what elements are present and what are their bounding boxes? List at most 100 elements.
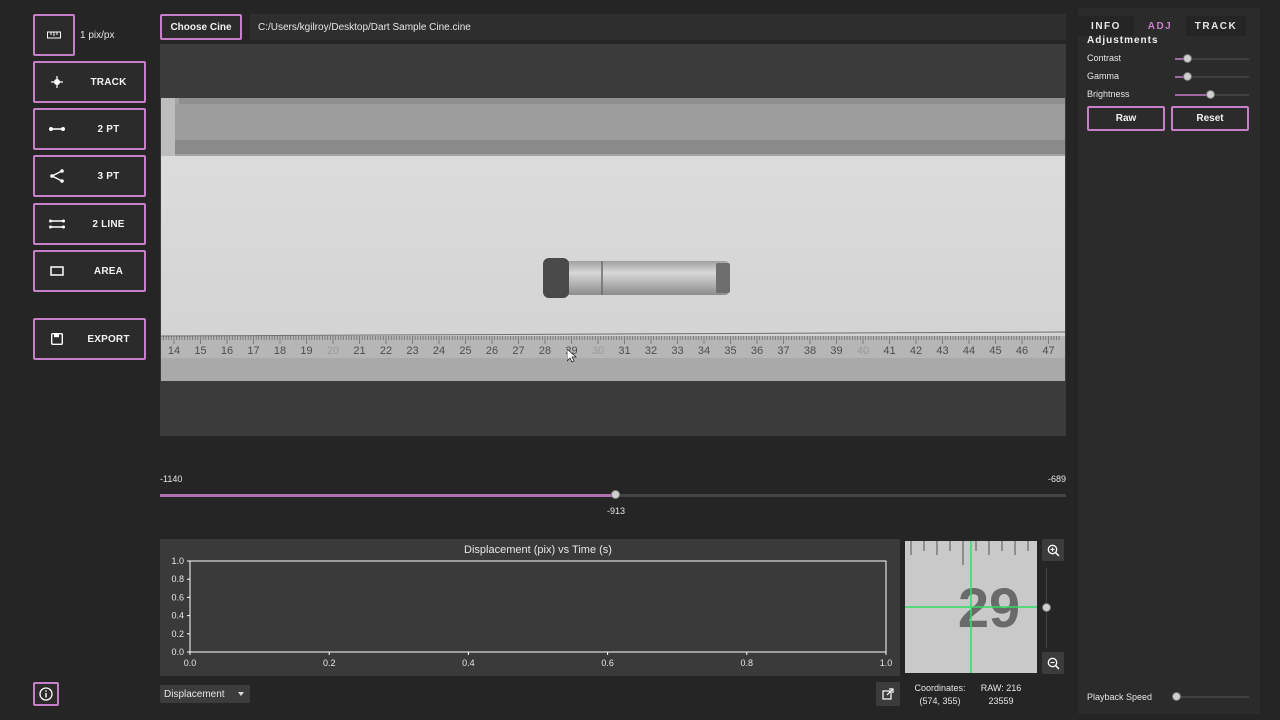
angle-three-points-icon <box>35 169 79 183</box>
y-tick-label: 0.8 <box>171 574 184 584</box>
video-frame[interactable]: 14 15 16 17 18 19 20 21 22 23 24 25 26 27 28 29 30 31 32 33… <box>161 98 1065 381</box>
ruler-number: 43 <box>936 345 948 357</box>
playback-speed-label: Playback Speed <box>1087 692 1153 702</box>
x-tick-label: 0.2 <box>323 658 336 668</box>
ruler-number: 19 <box>300 345 312 357</box>
ruler-number: 30 <box>592 345 604 357</box>
ruler-number: 38 <box>804 345 816 357</box>
brightness-slider[interactable] <box>1175 90 1249 99</box>
timeline-current-label: -913 <box>606 506 625 516</box>
displacement-plot: Displacement (pix) vs Time (s) 0.0 0.2 0.4… <box>160 539 900 676</box>
rectangle-area-icon <box>35 266 79 276</box>
adjustments-title: Adjustments <box>1087 35 1159 46</box>
ruler-number: 44 <box>963 345 975 357</box>
tab-track[interactable]: TRACK <box>1186 16 1246 36</box>
y-tick-label: 0.6 <box>171 592 184 602</box>
ruler-number: 21 <box>353 345 365 357</box>
two-point-button[interactable]: 2 PT <box>33 108 146 150</box>
area-button[interactable]: AREA <box>33 250 146 292</box>
contrast-label: Contrast <box>1087 53 1122 63</box>
track-button[interactable]: TRACK <box>33 61 146 103</box>
ruler-number: 18 <box>274 345 286 357</box>
mouse-cursor-icon <box>567 349 577 363</box>
plot-title: Displacement (pix) vs Time (s) <box>464 544 612 556</box>
zoom-out-button[interactable] <box>1042 652 1064 674</box>
two-line-button[interactable]: 2 LINE <box>33 203 146 245</box>
ruler-number: 45 <box>989 345 1001 357</box>
two-line-button-label: 2 LINE <box>92 218 125 230</box>
ruler-number: 32 <box>645 345 657 357</box>
contrast-slider-knob[interactable] <box>1182 54 1192 63</box>
gamma-label: Gamma <box>1087 71 1120 81</box>
coordinates-value: (574, 355) <box>919 696 961 706</box>
timeline-slider-fill <box>160 494 616 497</box>
gamma-slider[interactable] <box>1175 72 1249 81</box>
playback-speed-slider-knob[interactable] <box>1172 692 1181 701</box>
ruler-number: 41 <box>883 345 895 357</box>
ruler-number: 36 <box>751 345 763 357</box>
save-icon <box>35 333 79 345</box>
video-viewer[interactable]: 14 15 16 17 18 19 20 21 22 23 24 25 26 27 28 29 30 31 32 33… <box>160 44 1066 436</box>
chevron-down-icon <box>238 692 244 696</box>
ruler-number: 39 <box>830 345 842 357</box>
ruler-number: 22 <box>380 345 392 357</box>
plot-type-value: Displacement <box>164 688 225 700</box>
timeline-min-label: -1140 <box>160 474 183 484</box>
contrast-slider[interactable] <box>1175 54 1249 63</box>
export-button[interactable]: EXPORT <box>33 318 146 360</box>
zoom-in-button[interactable] <box>1042 539 1064 561</box>
ruler-number: 40 <box>857 345 869 357</box>
three-point-button-label: 3 PT <box>97 170 120 182</box>
two-lines-icon <box>35 218 79 230</box>
raw-value: 23559 <box>988 696 1014 706</box>
three-point-button[interactable]: 3 PT <box>33 155 146 197</box>
scale-button[interactable] <box>33 14 75 56</box>
timeline-slider-knob[interactable] <box>611 490 620 499</box>
x-tick-label: 1.0 <box>880 658 893 668</box>
plot-area <box>189 560 887 653</box>
ruler-number: 26 <box>486 345 498 357</box>
tab-adj[interactable]: ADJ <box>1134 16 1186 36</box>
ruler-icon <box>47 31 61 39</box>
ruler-number: 37 <box>777 345 789 357</box>
file-path-display: C:/Users/kgilroy/Desktop/Dart Sample Cin… <box>250 14 1066 40</box>
ruler-number: 34 <box>698 345 710 357</box>
ruler-number: 28 <box>539 345 551 357</box>
zoom-slider-knob[interactable] <box>1042 603 1051 612</box>
coordinates-label: Coordinates: <box>914 683 966 693</box>
ruler-number: 15 <box>194 345 206 357</box>
tab-info[interactable]: INFO <box>1078 16 1134 36</box>
magnifier-view: 29 <box>905 541 1037 673</box>
ruler-number: 47 <box>1042 345 1054 357</box>
external-window-icon <box>882 688 894 700</box>
x-tick-label: 0.6 <box>601 658 614 668</box>
export-button-label: EXPORT <box>87 333 130 345</box>
timeline-max-label: -689 <box>1047 474 1066 484</box>
ruler-number: 35 <box>724 345 736 357</box>
scale-label: 1 pix/px <box>80 30 115 41</box>
about-button[interactable] <box>33 682 59 706</box>
info-icon <box>39 687 53 701</box>
timeline-slider[interactable] <box>160 490 1066 499</box>
ruler-number: 46 <box>1016 345 1028 357</box>
ruler-number: 23 <box>406 345 418 357</box>
ruler-number: 17 <box>247 345 259 357</box>
track-button-label: TRACK <box>90 76 127 88</box>
choose-cine-button[interactable]: Choose Cine <box>160 14 242 40</box>
x-tick-label: 0.0 <box>184 658 197 668</box>
raw-button[interactable]: Raw <box>1087 106 1165 131</box>
ruler-number: 14 <box>168 345 180 357</box>
x-tick-label: 0.8 <box>741 658 754 668</box>
coordinates-readout: Coordinates: (574, 355) <box>908 682 972 708</box>
reset-button[interactable]: Reset <box>1171 106 1249 131</box>
ruler-number: 33 <box>671 345 683 357</box>
dart-object <box>543 258 730 298</box>
line-two-points-icon <box>35 126 79 132</box>
crosshair-icon <box>35 76 79 88</box>
ruler-number: 27 <box>512 345 524 357</box>
plot-type-dropdown[interactable]: Displacement <box>160 685 250 703</box>
ruler-number: 31 <box>618 345 630 357</box>
popout-plot-button[interactable] <box>876 682 900 706</box>
playback-speed-slider[interactable] <box>1172 692 1249 701</box>
y-tick-label: 0.0 <box>171 647 184 657</box>
